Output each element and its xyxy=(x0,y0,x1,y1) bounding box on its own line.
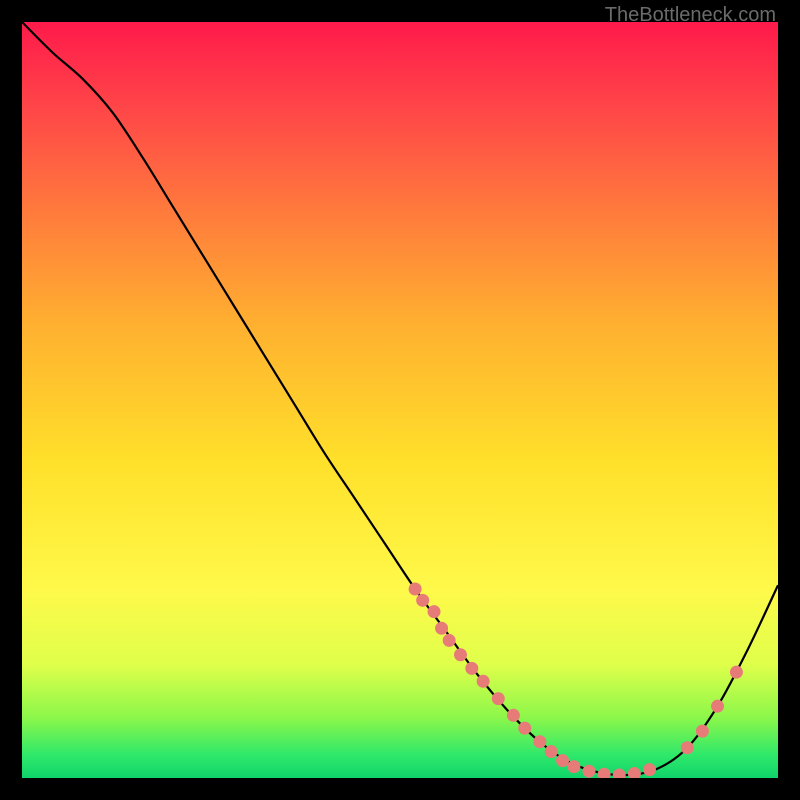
marker-dot xyxy=(477,675,490,688)
marker-dot xyxy=(556,754,569,767)
marker-dot xyxy=(643,763,656,776)
marker-dot xyxy=(454,648,467,661)
watermark-text: TheBottleneck.com xyxy=(605,4,776,27)
marker-dot xyxy=(443,634,456,647)
marker-dot xyxy=(613,768,626,778)
marker-dot xyxy=(598,768,611,778)
marker-dot xyxy=(583,765,596,778)
marker-dot xyxy=(628,767,641,778)
marker-dot xyxy=(492,692,505,705)
marker-dot xyxy=(711,700,724,713)
marker-dot xyxy=(416,594,429,607)
marker-dot xyxy=(533,735,546,748)
bottleneck-curve xyxy=(22,22,778,775)
marker-dot xyxy=(465,662,478,675)
marker-dot xyxy=(435,622,448,635)
chart-svg xyxy=(22,22,778,778)
marker-dot xyxy=(507,709,520,722)
marker-dot xyxy=(428,605,441,618)
marker-dot xyxy=(518,722,531,735)
marker-dot xyxy=(567,760,580,773)
marker-dot xyxy=(730,666,743,679)
marker-dot xyxy=(409,583,422,596)
marker-dot xyxy=(681,741,694,754)
marker-dot xyxy=(696,725,709,738)
marker-dot xyxy=(545,745,558,758)
highlight-dots xyxy=(409,583,743,779)
